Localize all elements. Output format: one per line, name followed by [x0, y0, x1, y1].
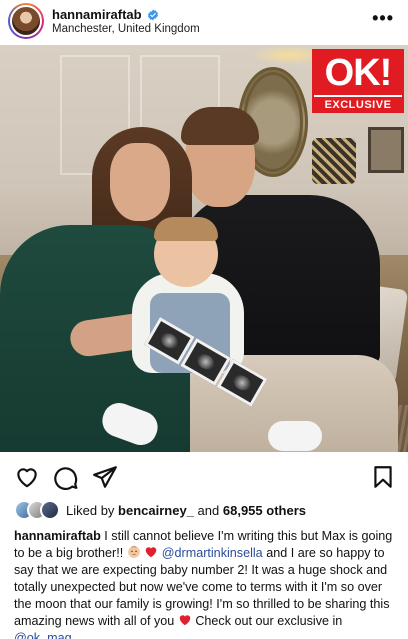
caption-username[interactable]: hannamiraftab	[14, 529, 101, 543]
post-photo[interactable]: OK! EXCLUSIVE	[0, 45, 408, 452]
liker-avatar	[40, 500, 60, 520]
username-row: hannamiraftab	[52, 7, 159, 22]
man-hair	[181, 107, 259, 145]
likes-conjunction: and	[197, 502, 220, 518]
send-icon[interactable]	[92, 464, 118, 490]
action-bar	[0, 456, 408, 496]
mention-link[interactable]: @ok_mag	[14, 631, 72, 639]
woman-face	[110, 143, 170, 221]
caption-text: Check out our exclusive in	[195, 614, 343, 628]
more-options-button[interactable]: •••	[372, 8, 394, 29]
likes-summary: Liked by bencairney_ and 68,955 others	[66, 503, 306, 518]
picture-frame	[368, 127, 404, 173]
comment-icon[interactable]	[53, 464, 79, 490]
baby-emoji-icon	[127, 545, 140, 558]
mention-link[interactable]: @drmartinkinsella	[162, 546, 263, 560]
heart-icon[interactable]	[14, 464, 40, 490]
red-heart-emoji-icon	[179, 615, 191, 626]
likes-count[interactable]: 68,955 others	[223, 503, 306, 518]
verified-badge-icon	[147, 9, 158, 20]
post-header: hannamiraftab Manchester, United Kingdom…	[0, 0, 408, 42]
liker-username[interactable]: bencairney_	[118, 503, 194, 518]
exclusive-label: EXCLUSIVE	[314, 95, 402, 111]
red-heart-emoji-icon	[145, 547, 157, 558]
username-link[interactable]: hannamiraftab	[52, 7, 142, 22]
ok-logo: OK!	[314, 51, 402, 95]
ok-exclusive-badge: OK! EXCLUSIVE	[312, 49, 404, 113]
likes-prefix: Liked by	[66, 502, 115, 518]
baby-shoe	[268, 421, 322, 451]
baby-hair	[154, 217, 218, 241]
profile-avatar[interactable]	[8, 3, 44, 39]
post-caption: hannamiraftab I still cannot believe I'm…	[14, 528, 400, 639]
liker-avatars	[14, 500, 62, 520]
candle-holder	[312, 138, 356, 184]
location-link[interactable]: Manchester, United Kingdom	[52, 23, 200, 35]
bookmark-icon[interactable]	[370, 464, 396, 490]
likes-row[interactable]: Liked by bencairney_ and 68,955 others	[14, 499, 306, 521]
avatar-image	[10, 5, 42, 37]
